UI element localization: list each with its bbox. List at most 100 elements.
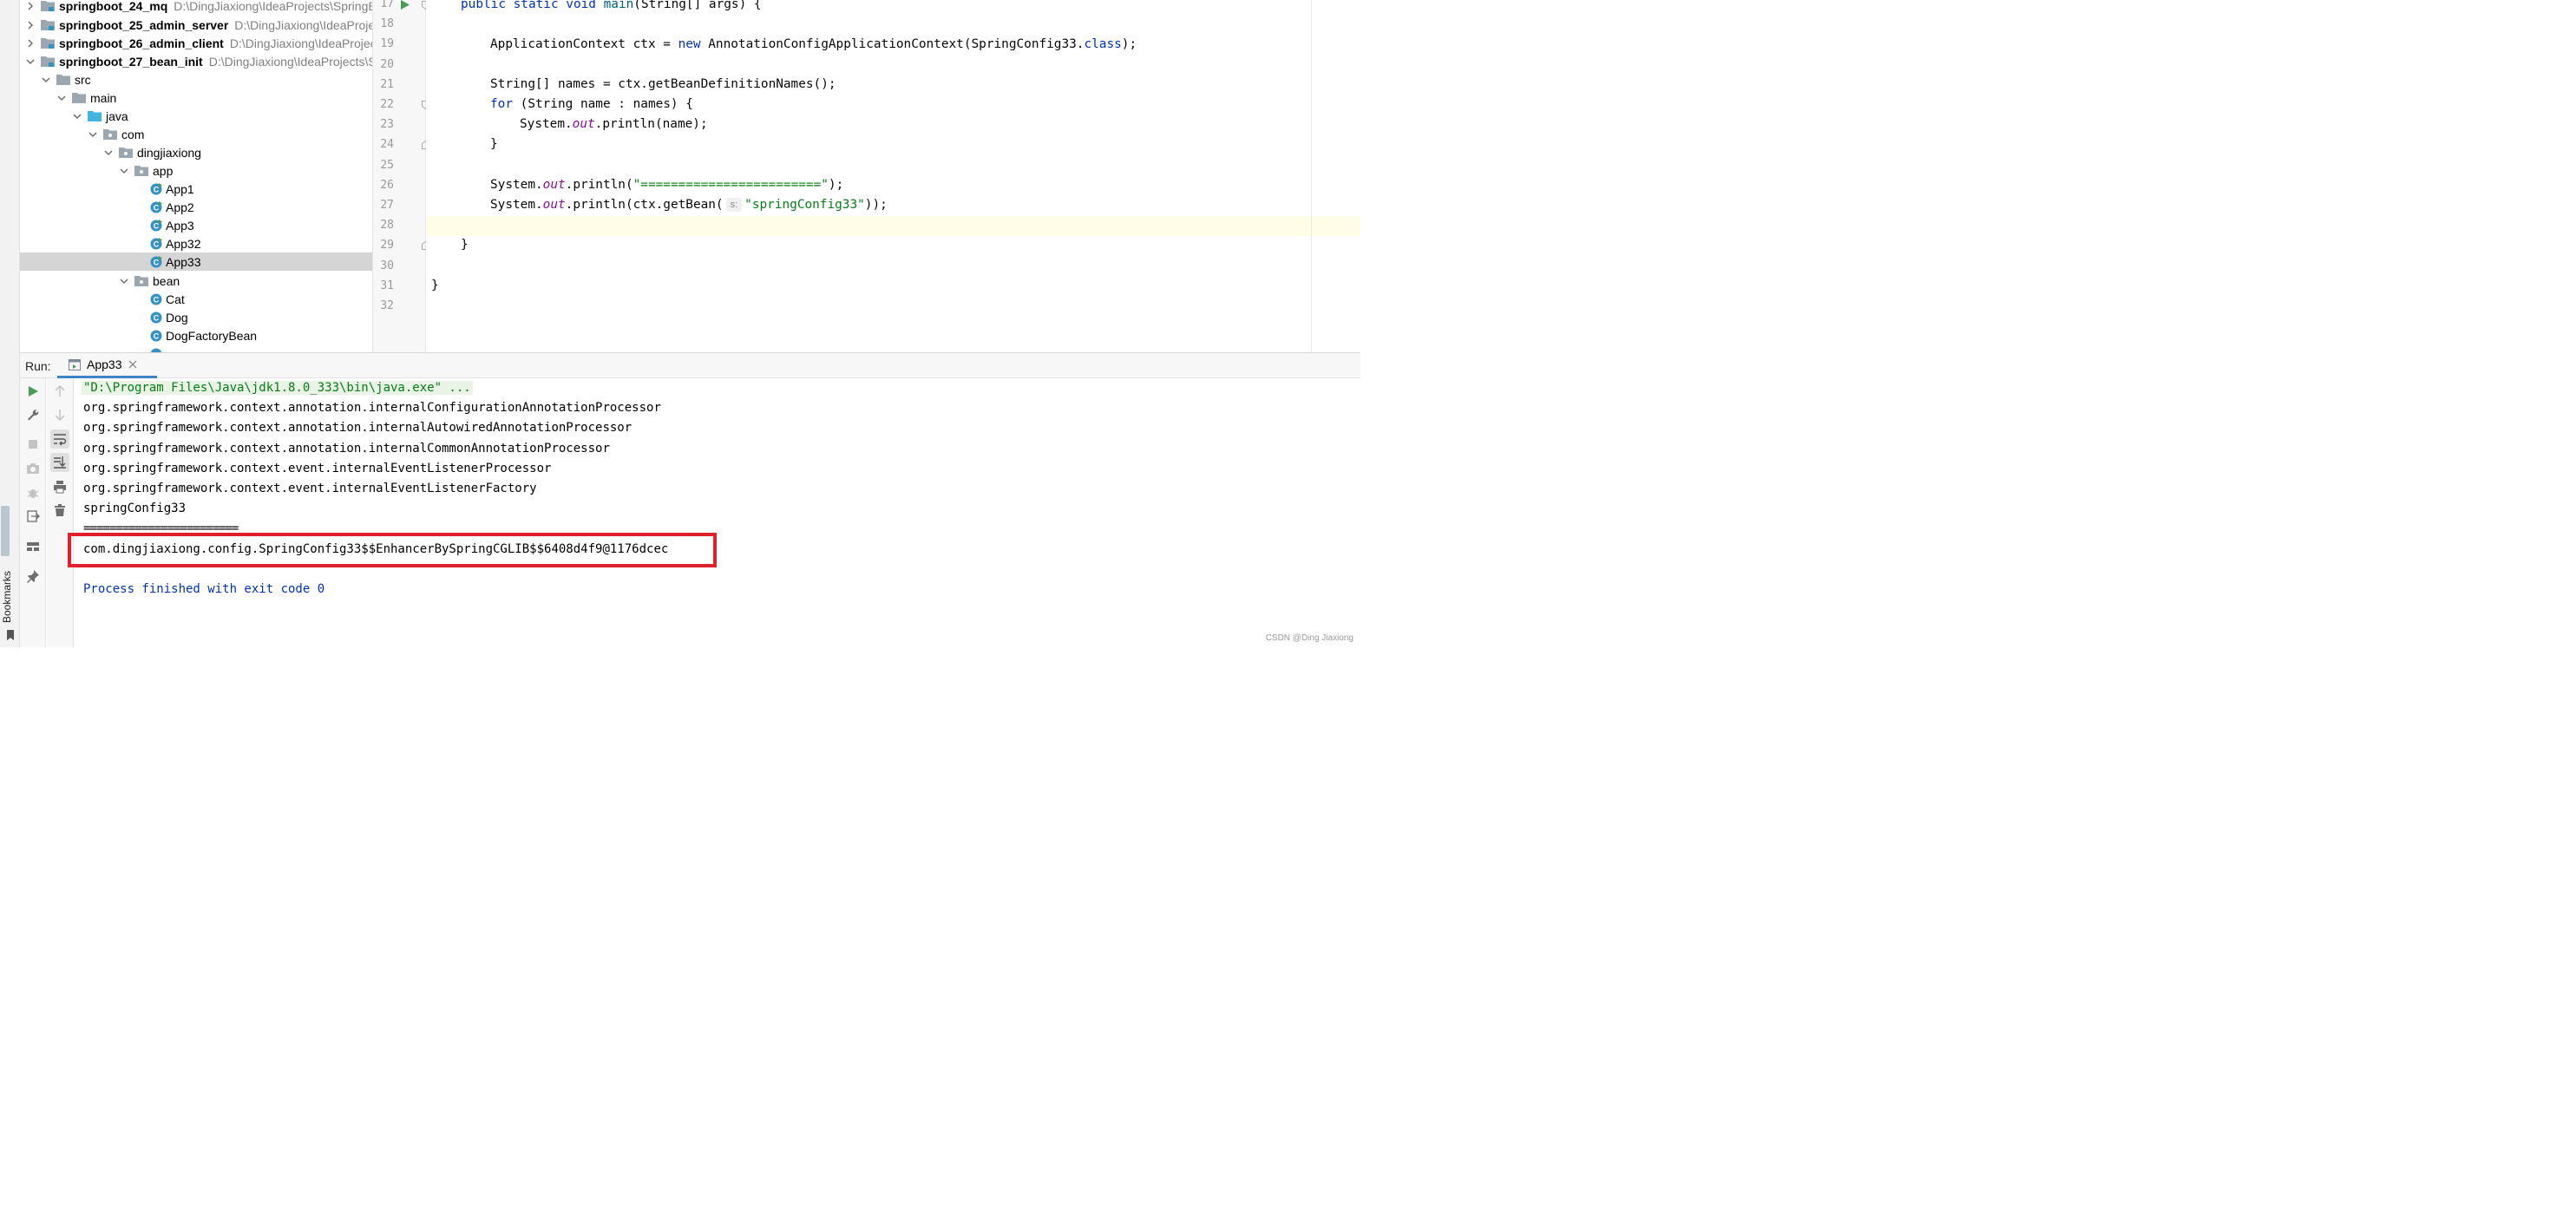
- tree-module-springboot-27[interactable]: springboot_27_bean_init D:\DingJiaxiong\…: [20, 52, 372, 70]
- tree-module-springboot-25[interactable]: springboot_25_admin_server D:\DingJiaxio…: [20, 16, 372, 34]
- chevron-right-icon[interactable]: [25, 38, 36, 49]
- module-folder-icon: [41, 56, 55, 67]
- trash-icon[interactable]: [53, 503, 67, 517]
- console-exit-message: Process finished with exit code 0: [83, 582, 325, 596]
- watermark: CSDN @Ding Jiaxiong: [1265, 633, 1354, 643]
- chevron-down-icon[interactable]: [88, 129, 98, 140]
- run-toolbar-primary: [20, 378, 46, 647]
- tree-node-main[interactable]: main: [20, 89, 372, 107]
- line-number: 20: [380, 57, 394, 71]
- tree-module-springboot-26[interactable]: springboot_26_admin_client D:\DingJiaxio…: [20, 34, 372, 52]
- line-number: 22: [380, 98, 394, 111]
- console-line: org.springframework.context.event.intern…: [83, 482, 537, 495]
- code-line-21: String[] names = ctx.getBeanDefinitionNa…: [490, 77, 836, 91]
- layout-icon[interactable]: [26, 540, 40, 554]
- svg-text:C: C: [154, 331, 160, 340]
- console-line: org.springframework.context.annotation.i…: [83, 421, 633, 435]
- svg-text:C: C: [154, 203, 160, 212]
- code-line-27: System.out.println(ctx.getBean(s: "spring…: [490, 198, 888, 212]
- pin-icon[interactable]: [26, 569, 40, 583]
- folder-icon: [56, 74, 70, 85]
- tree-module-springboot-24[interactable]: springboot_24_mq D:\DingJiaxiong\IdeaPro…: [20, 0, 372, 15]
- stop-icon[interactable]: [26, 437, 40, 451]
- scroll-to-end-icon[interactable]: [53, 456, 67, 469]
- chevron-down-icon[interactable]: [119, 276, 129, 286]
- project-tree: springboot_24_mq D:\DingJiaxiong\IdeaPro…: [20, 0, 372, 352]
- chevron-right-icon[interactable]: [25, 1, 36, 11]
- tree-class-partial[interactable]: [20, 344, 372, 352]
- tree-node-dingjiaxiong[interactable]: dingjiaxiong: [20, 143, 372, 161]
- rerun-icon[interactable]: [26, 384, 40, 398]
- tree-node-com[interactable]: com: [20, 125, 372, 143]
- code-line-19: ApplicationContext ctx = new AnnotationC…: [490, 37, 1137, 51]
- runnable-class-icon: C: [150, 219, 162, 232]
- tree-node-src[interactable]: src: [20, 70, 372, 89]
- arrow-down-icon[interactable]: [53, 408, 67, 422]
- class-icon: C: [150, 330, 162, 342]
- run-gutter-icon[interactable]: [401, 0, 410, 10]
- package-icon: [119, 147, 133, 158]
- runnable-class-icon: C: [150, 200, 162, 213]
- bookmarks-tool-button[interactable]: Bookmarks: [1, 568, 19, 629]
- chevron-down-icon[interactable]: [119, 166, 129, 176]
- runnable-class-icon: C: [150, 237, 162, 250]
- package-icon: [134, 275, 148, 286]
- bookmarks-strip: Bookmarks: [0, 0, 20, 647]
- chevron-down-icon[interactable]: [25, 56, 36, 67]
- bookmarks-label: Bookmarks: [1, 570, 14, 624]
- console-output[interactable]: "D:\Program Files\Java\jdk1.8.0_333\bin\…: [74, 378, 1360, 647]
- tree-class-app3[interactable]: C App3: [20, 216, 372, 234]
- wrench-icon[interactable]: [26, 408, 40, 422]
- line-number: 26: [380, 178, 394, 192]
- tree-node-label: DogFactoryBean: [166, 328, 258, 343]
- close-icon[interactable]: [128, 360, 137, 369]
- print-icon[interactable]: [53, 480, 67, 494]
- line-number: 27: [380, 199, 394, 212]
- tree-class-dogfactorybean[interactable]: C DogFactoryBean: [20, 326, 372, 344]
- camera-icon[interactable]: [26, 462, 40, 475]
- tree-node-java[interactable]: java: [20, 107, 372, 125]
- module-folder-icon: [41, 19, 55, 30]
- tree-node-label: App33: [166, 254, 201, 269]
- chevron-right-icon[interactable]: [25, 20, 36, 30]
- code-line-26: System.out.println("====================…: [490, 178, 844, 192]
- soft-wrap-icon[interactable]: [53, 432, 67, 446]
- module-folder-icon: [41, 0, 55, 11]
- console-command-line[interactable]: "D:\Program Files\Java\jdk1.8.0_333\bin\…: [82, 381, 473, 395]
- tree-class-dog[interactable]: C Dog: [20, 308, 372, 326]
- chevron-down-icon[interactable]: [56, 93, 67, 103]
- tree-class-cat[interactable]: C Cat: [20, 290, 372, 308]
- svg-text:C: C: [154, 239, 160, 248]
- tree-class-app32[interactable]: C App32: [20, 234, 372, 252]
- code-line-22: for (String name : names) {: [490, 97, 693, 111]
- package-icon: [134, 165, 148, 176]
- tree-class-app2[interactable]: C App2: [20, 198, 372, 216]
- svg-text:C: C: [154, 185, 160, 193]
- debug-icon[interactable]: [26, 486, 40, 500]
- bookmark-icon: [7, 630, 14, 640]
- bookmarks-side-handle[interactable]: [1, 506, 10, 556]
- run-tab-label: App33: [87, 357, 122, 371]
- tree-class-app1[interactable]: C App1: [20, 180, 372, 198]
- arrow-up-icon[interactable]: [53, 384, 67, 398]
- chevron-down-icon[interactable]: [72, 111, 82, 121]
- code-editor[interactable]: public static void main(String[] args) {…: [426, 0, 1360, 352]
- tree-node-bean[interactable]: bean: [20, 272, 372, 290]
- tree-node-app[interactable]: app: [20, 161, 372, 180]
- class-icon: C: [150, 293, 162, 305]
- line-number: 31: [380, 279, 394, 292]
- module-path: D:\DingJiaxiong\IdeaProject: [234, 17, 372, 32]
- svg-text:C: C: [154, 258, 160, 266]
- tree-class-app33-selected[interactable]: C App33: [20, 252, 372, 271]
- tree-node-label: main: [90, 90, 117, 105]
- chevron-down-icon[interactable]: [103, 148, 114, 158]
- module-name: springboot_24_mq: [59, 0, 168, 13]
- tree-node-label: Dog: [166, 310, 188, 325]
- exit-icon[interactable]: [26, 509, 40, 523]
- package-icon: [103, 128, 117, 140]
- svg-text:C: C: [154, 313, 160, 322]
- module-path: D:\DingJiaxiong\IdeaProjects\Spr: [208, 54, 372, 69]
- line-number: 21: [380, 77, 394, 91]
- run-tab-app33[interactable]: App33: [57, 353, 157, 378]
- chevron-down-icon[interactable]: [41, 75, 51, 85]
